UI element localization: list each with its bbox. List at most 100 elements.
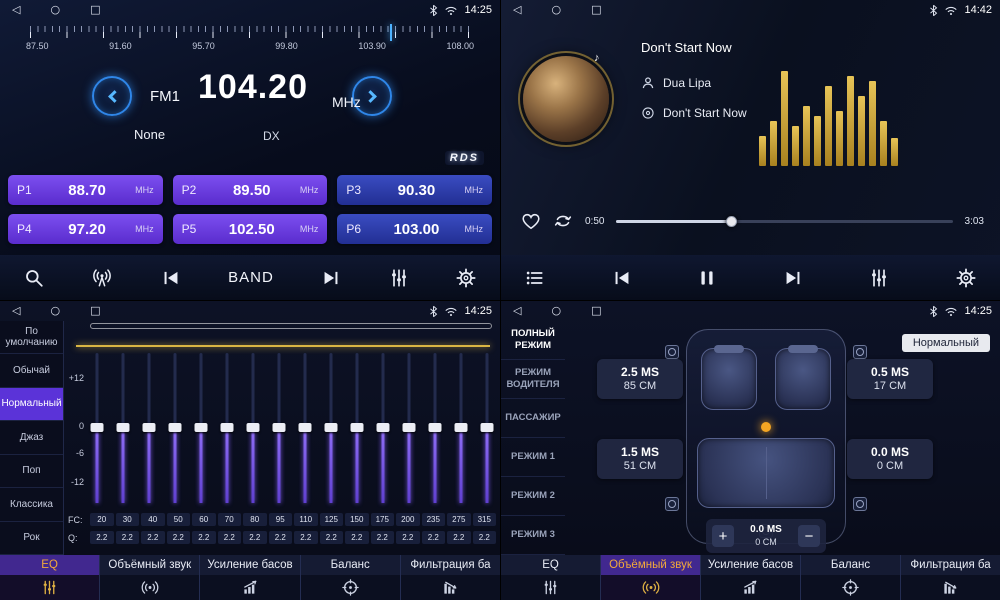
settings-button[interactable] [956, 268, 976, 288]
listener-position-marker[interactable] [761, 422, 771, 432]
profile-button[interactable]: Нормальный [902, 334, 990, 352]
preset-button-p6[interactable]: P6 103.00 MHz [337, 214, 492, 244]
nav-back-button[interactable]: ◁ [12, 301, 20, 321]
nav-recents-button[interactable]: □ [591, 301, 601, 321]
front-right-delay[interactable]: 0.5 MS 17 CM [847, 359, 933, 399]
eq-band-slider[interactable] [168, 353, 182, 503]
band-button[interactable]: BAND [228, 269, 274, 286]
previous-track-button[interactable] [612, 268, 632, 288]
equalizer-button[interactable] [389, 268, 409, 288]
delay-decrease-button[interactable]: − [798, 525, 820, 547]
eq-band-slider[interactable] [142, 353, 156, 503]
nav-back-button[interactable]: ◁ [513, 0, 521, 20]
search-button[interactable] [24, 268, 44, 288]
eq-band-slider[interactable] [246, 353, 260, 503]
eq-band-slider[interactable] [350, 353, 364, 503]
mode-passenger[interactable]: ПАССАЖИР [501, 399, 565, 438]
tab-bass-boost[interactable]: Усиление басов [701, 555, 801, 600]
eq-band-slider[interactable] [272, 353, 286, 503]
eq-band-slider[interactable] [90, 353, 104, 503]
fc-value: 40 [141, 513, 165, 526]
eq-preset-custom[interactable]: Обычай [0, 354, 63, 387]
tune-down-button[interactable] [92, 76, 132, 116]
eq-preset-rock[interactable]: Рок [0, 522, 63, 555]
nav-home-button[interactable]: ○ [551, 0, 561, 20]
eq-band-slider[interactable] [480, 353, 494, 503]
eq-band-slider[interactable] [428, 353, 442, 503]
rear-left-speaker-icon [665, 497, 679, 511]
equalizer-button[interactable] [869, 268, 889, 288]
nav-home-button[interactable]: ○ [551, 301, 561, 321]
delay-increase-button[interactable]: + [712, 525, 734, 547]
frequency-ruler[interactable] [30, 26, 470, 38]
mode-2[interactable]: РЕЖИМ 2 [501, 477, 565, 516]
mode-driver[interactable]: РЕЖИМ ВОДИТЕЛЯ [501, 360, 565, 399]
favorite-button[interactable] [521, 212, 541, 230]
mode-full[interactable]: ПОЛНЫЙ РЕЖИМ [501, 321, 565, 360]
eq-preset-default[interactable]: По умолчанию [0, 321, 63, 354]
eq-preset-jazz[interactable]: Джаз [0, 421, 63, 454]
mode-1[interactable]: РЕЖИМ 1 [501, 438, 565, 477]
chevron-left-icon [108, 90, 121, 103]
tab-eq[interactable]: EQ [501, 555, 601, 600]
eq-band-slider[interactable] [194, 353, 208, 503]
tab-surround[interactable]: Объёмный звук [601, 555, 701, 600]
progress-bar[interactable] [616, 220, 952, 223]
mode-3[interactable]: РЕЖИМ 3 [501, 516, 565, 555]
tab-surround[interactable]: Объёмный звук [100, 555, 200, 600]
tab-bass-boost[interactable]: Усиление басов [200, 555, 300, 600]
eq-band-slider[interactable] [454, 353, 468, 503]
tab-filter[interactable]: Фильтрация ба [901, 555, 1000, 600]
nav-recents-button[interactable]: □ [591, 0, 601, 20]
bluetooth-icon [929, 305, 938, 318]
tab-eq[interactable]: EQ [0, 555, 100, 600]
fc-value: 20 [90, 513, 114, 526]
broadcast-button[interactable] [91, 268, 113, 288]
tab-label: EQ [0, 555, 99, 575]
preset-button-p5[interactable]: P5 102.50 MHz [173, 214, 328, 244]
tab-balance[interactable]: Баланс [801, 555, 901, 600]
eq-band-slider[interactable] [376, 353, 390, 503]
album-art [523, 56, 609, 142]
nav-home-button[interactable]: ○ [50, 0, 60, 20]
previous-station-button[interactable] [161, 268, 181, 288]
progress-knob[interactable] [726, 216, 737, 227]
eq-preset-pop[interactable]: Поп [0, 455, 63, 488]
pause-button[interactable] [698, 268, 716, 288]
bluetooth-icon [429, 4, 438, 17]
eq-band-slider[interactable] [220, 353, 234, 503]
eq-preset-normal[interactable]: Нормальный [0, 388, 63, 421]
preset-button-p2[interactable]: P2 89.50 MHz [173, 175, 328, 205]
eq-band-slider[interactable] [324, 353, 338, 503]
frequency-unit: MHz [332, 94, 361, 110]
rear-right-delay[interactable]: 0.0 MS 0 CM [847, 439, 933, 479]
fc-value: 150 [345, 513, 369, 526]
nav-back-button[interactable]: ◁ [513, 301, 521, 321]
ruler-label: 108.00 [446, 41, 474, 51]
eq-preset-classic[interactable]: Классика [0, 488, 63, 521]
nav-home-button[interactable]: ○ [50, 301, 60, 321]
eq-band-slider[interactable] [116, 353, 130, 503]
preset-button-p4[interactable]: P4 97.20 MHz [8, 214, 163, 244]
nav-recents-button[interactable]: □ [90, 301, 100, 321]
next-station-button[interactable] [321, 268, 341, 288]
playlist-button[interactable] [525, 268, 545, 288]
front-left-delay[interactable]: 2.5 MS 85 CM [597, 359, 683, 399]
eq-band-slider[interactable] [298, 353, 312, 503]
rear-left-delay[interactable]: 1.5 MS 51 CM [597, 439, 683, 479]
delay-cm: 0 CM [877, 460, 903, 474]
nav-recents-button[interactable]: □ [90, 0, 100, 20]
fc-value: 110 [294, 513, 318, 526]
nav-back-button[interactable]: ◁ [12, 0, 20, 20]
eq-band-slider[interactable] [402, 353, 416, 503]
tab-balance[interactable]: Баланс [301, 555, 401, 600]
eq-scrollbar[interactable] [90, 323, 492, 329]
next-track-button[interactable] [783, 268, 803, 288]
settings-button[interactable] [456, 268, 476, 288]
q-value: 2.2 [167, 531, 191, 544]
tab-filter[interactable]: Фильтрация ба [401, 555, 500, 600]
preset-button-p1[interactable]: P1 88.70 MHz [8, 175, 163, 205]
preset-button-p3[interactable]: P3 90.30 MHz [337, 175, 492, 205]
fc-value: 30 [116, 513, 140, 526]
repeat-button[interactable] [553, 212, 573, 230]
